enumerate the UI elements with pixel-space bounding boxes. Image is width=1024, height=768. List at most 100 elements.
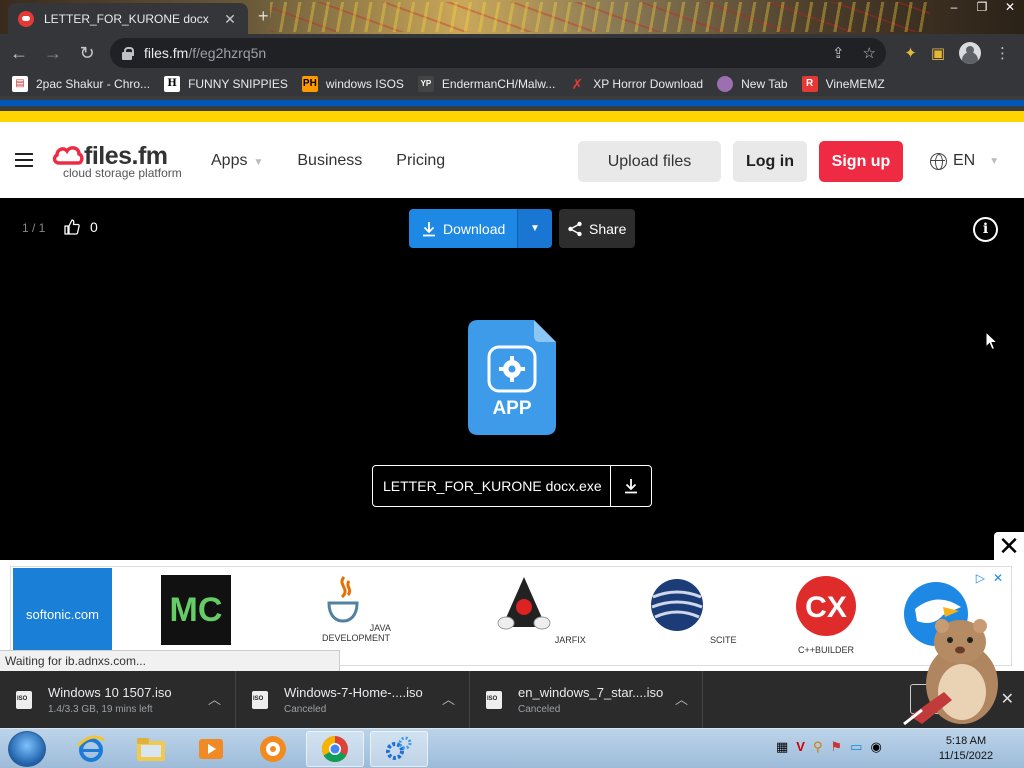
file-type-label: APP [492, 398, 532, 419]
download-options-dropdown[interactable]: ▼ [517, 209, 552, 248]
new-tab-icon[interactable]: + [258, 6, 269, 27]
nav-apps[interactable]: Apps ▼ [211, 152, 263, 170]
login-button[interactable]: Log in [733, 141, 807, 182]
file-download-button[interactable] [610, 466, 651, 506]
maximize-icon[interactable]: ❐ [968, 0, 996, 16]
download-button[interactable]: Download [409, 209, 517, 248]
language-selector[interactable]: EN ▼ [930, 152, 999, 170]
ad-item-jarfix[interactable]: JARFIX [486, 575, 596, 645]
bookmark-xp-horror[interactable]: ✗ XP Horror Download [569, 76, 703, 92]
upload-files-button[interactable]: Upload files [578, 141, 721, 182]
download-icon [423, 221, 435, 236]
iso-file-icon [252, 690, 268, 709]
chevron-up-icon[interactable]: ︿ [208, 689, 221, 708]
ad-choices[interactable]: ▷ ✕ [976, 571, 1003, 585]
chevron-up-icon[interactable]: ︿ [675, 689, 688, 708]
signup-button[interactable]: Sign up [819, 141, 903, 182]
media-player-taskbar-icon[interactable] [182, 731, 240, 767]
lock-icon[interactable] [120, 46, 134, 60]
file-counter: 1 / 1 [22, 221, 46, 235]
system-tray: ▦ V ⚲ ⚑ ▭ ◉ [776, 739, 882, 755]
ad-item-cppbuilder[interactable]: CX C++BUILDER [771, 575, 881, 655]
uc-browser-taskbar-icon[interactable] [244, 731, 302, 767]
tab-close-icon[interactable]: ✕ [222, 11, 238, 27]
extensions-puzzle-icon[interactable]: ✦ [904, 44, 917, 62]
chevron-up-icon[interactable]: ︿ [442, 689, 455, 708]
globe-icon [930, 152, 947, 170]
tray-v-icon[interactable]: V [796, 739, 805, 755]
hamburger-menu-icon[interactable] [15, 153, 33, 167]
h-icon: H [164, 76, 181, 92]
minimize-icon[interactable]: – [940, 0, 968, 16]
nav-business[interactable]: Business [297, 152, 362, 170]
windows-taskbar: ▦ V ⚲ ⚑ ▭ ◉ 5:18 AM 11/15/2022 [0, 728, 1024, 768]
share-page-icon[interactable]: ⇪ [832, 44, 845, 62]
ukraine-stripe-blue [0, 96, 1024, 111]
ad-item-scite[interactable]: SCITE [637, 575, 747, 645]
bookmark-2pac[interactable]: ▤ 2pac Shakur - Chro... [12, 76, 150, 92]
site-nav: Apps ▼ Business Pricing [211, 152, 445, 170]
taskbar-clock[interactable]: 5:18 AM 11/15/2022 [928, 734, 1004, 764]
browser-tab[interactable]: LETTER_FOR_KURONE docx ✕ [8, 3, 248, 34]
address-bar[interactable]: files.fm/f/eg2hzrq5n ⇪ ☆ [110, 38, 886, 68]
download-item[interactable]: Windows-7-Home-....iso Canceled ︿ [236, 671, 470, 728]
nav-pricing[interactable]: Pricing [396, 152, 445, 170]
bookmark-star-icon[interactable]: ☆ [863, 44, 876, 62]
ie-taskbar-icon[interactable] [62, 731, 120, 767]
tray-search-icon[interactable]: ⚲ [813, 739, 823, 755]
softonic-logo[interactable]: softonic.com [13, 568, 112, 660]
language-label: EN [953, 152, 976, 169]
ad-choices-close-icon[interactable]: ✕ [993, 571, 1003, 585]
tray-flag-icon[interactable]: ⚑ [831, 739, 843, 755]
yp-icon: YP [417, 76, 434, 92]
ad-choices-play-icon[interactable]: ▷ [976, 571, 985, 585]
bookmark-label: windows ISOS [325, 77, 404, 91]
bookmark-label: VineMEMZ [825, 77, 885, 91]
clock-date: 11/15/2022 [938, 750, 994, 762]
chevron-down-icon: ▼ [253, 157, 264, 168]
bookmark-new-tab[interactable]: New Tab [717, 76, 788, 92]
chrome-taskbar-icon[interactable] [306, 731, 364, 767]
download-status: Canceled [284, 703, 327, 715]
share-button[interactable]: Share [559, 209, 635, 248]
profile-avatar[interactable] [959, 42, 981, 64]
explorer-taskbar-icon[interactable] [122, 731, 180, 767]
reload-icon[interactable]: ↻ [72, 38, 102, 68]
app-installer-taskbar-icon[interactable] [370, 731, 428, 767]
download-item[interactable]: Windows 10 1507.iso 1.4/3.3 GB, 19 mins … [0, 671, 236, 728]
tray-network-icon[interactable]: ▭ [850, 739, 862, 755]
ad-close-icon[interactable]: ✕ [994, 532, 1024, 562]
ad-item-label: JAVA DEVELOPMENT [321, 623, 391, 643]
ad-item-modlauncher[interactable]: MC [141, 575, 251, 651]
cx-logo-icon: CX [796, 576, 856, 636]
ad-item-java[interactable]: JAVA DEVELOPMENT [301, 575, 411, 643]
svg-text:CX: CX [805, 591, 847, 624]
like-button[interactable]: 0 [64, 219, 98, 235]
window-close-icon[interactable]: ✕ [996, 0, 1024, 16]
info-icon[interactable]: i [973, 217, 998, 242]
bookmark-label: 2pac Shakur - Chro... [36, 77, 151, 91]
start-button-icon[interactable] [8, 731, 46, 767]
gears-icon [386, 736, 412, 760]
logo-tagline: cloud storage platform [63, 166, 182, 180]
download-item[interactable]: en_windows_7_star....iso Canceled ︿ [470, 671, 703, 728]
bookmark-windows-isos[interactable]: PH windows ISOS [301, 76, 404, 92]
tray-app-icon[interactable]: ▦ [776, 739, 788, 755]
bookmark-funny-snippies[interactable]: H FUNNY SNIPPIES [164, 76, 288, 92]
back-icon[interactable]: ← [4, 38, 34, 68]
iso-file-icon [486, 690, 502, 709]
forward-icon[interactable]: → [38, 38, 68, 68]
bookmark-label: XP Horror Download [593, 77, 704, 91]
softonic-label: softonic.com [26, 606, 99, 622]
folder-icon [137, 738, 165, 761]
menu-kebab-icon[interactable]: ⋮ [995, 44, 1010, 62]
bookmark-endermanch[interactable]: YP EndermanCH/Malw... [417, 76, 555, 92]
tray-volume-icon[interactable]: ◉ [870, 739, 881, 755]
file-viewer: 1 / 1 0 Download ▼ Share i APP LETTER_FO… [0, 198, 1024, 560]
thumbs-up-icon [64, 219, 80, 235]
download-status: 1.4/3.3 GB, 19 mins left [48, 703, 153, 715]
status-bubble: Waiting for ib.adnxs.com... [0, 650, 340, 671]
side-panel-icon[interactable]: ▣ [931, 44, 945, 62]
chrome-logo-icon [321, 735, 348, 763]
bookmark-vinememz[interactable]: R VineMEMZ [801, 76, 885, 92]
